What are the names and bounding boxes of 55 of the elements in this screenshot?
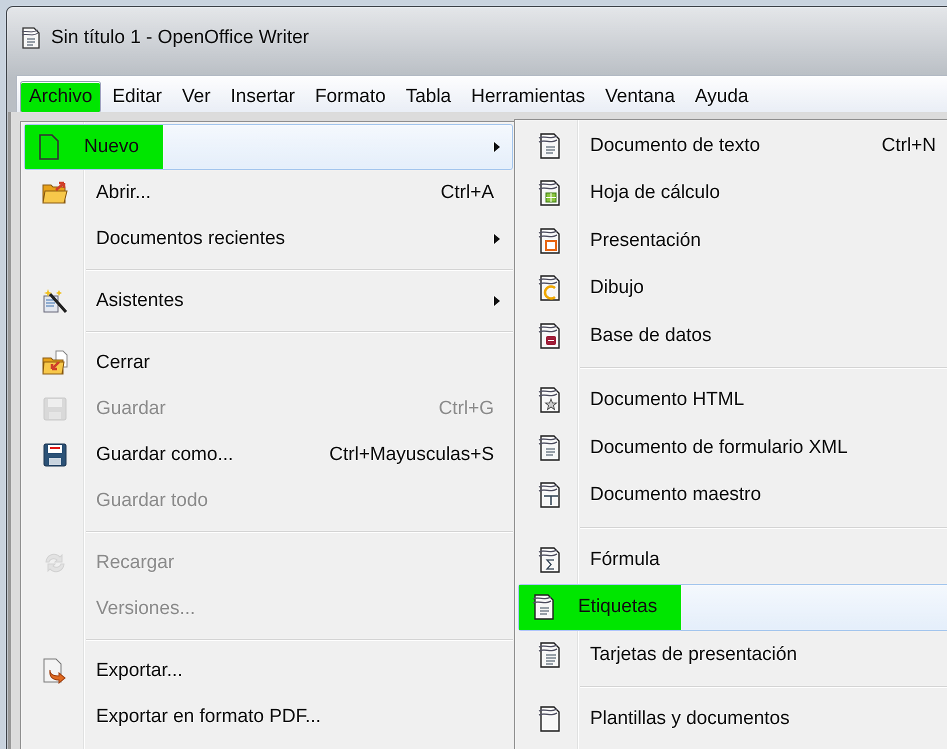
shortcut-text: Ctrl+N bbox=[880, 134, 937, 157]
document-icon bbox=[530, 593, 554, 622]
menu-item[interactable]: Documento de formulario XML bbox=[518, 424, 947, 472]
menu-item[interactable]: Hoja de cálculo bbox=[518, 170, 947, 217]
document-icon bbox=[536, 640, 560, 669]
menu-item[interactable]: Presentación bbox=[518, 217, 947, 264]
menu-item[interactable]: Documento HTML bbox=[518, 376, 947, 424]
menu-bar-item[interactable]: Herramientas bbox=[462, 81, 594, 113]
document-icon bbox=[536, 546, 560, 574]
export-document-icon bbox=[42, 658, 68, 684]
folder-icon bbox=[42, 181, 68, 205]
blank-page-icon bbox=[38, 134, 60, 160]
menu-item[interactable]: Cerrar bbox=[24, 340, 513, 386]
document-icon bbox=[536, 434, 560, 462]
shortcut-text: Ctrl+G bbox=[438, 398, 495, 420]
menu-bar-item[interactable]: Ventana bbox=[596, 81, 684, 113]
submenu-arrow-icon bbox=[494, 296, 500, 306]
menu-item[interactable]: Documentos recientes bbox=[24, 216, 513, 262]
menu-bar-item[interactable]: Archivo bbox=[20, 81, 102, 113]
document-icon bbox=[536, 274, 560, 302]
menu-item[interactable]: Fórmula bbox=[518, 536, 947, 584]
menu-item[interactable]: Documento de texto Ctrl+N bbox=[518, 122, 947, 170]
folder-document-icon bbox=[42, 350, 68, 376]
menu-bar-item[interactable]: Ver bbox=[173, 81, 220, 113]
submenu-arrow-icon bbox=[494, 234, 500, 244]
shortcut-text: Ctrl+A bbox=[440, 182, 495, 204]
submenu-arrow-icon bbox=[494, 142, 500, 152]
document-icon bbox=[536, 481, 560, 510]
menu-item[interactable]: Base de datos bbox=[518, 312, 947, 360]
menu-item[interactable]: Plantillas y documentos bbox=[518, 696, 947, 743]
menu-item[interactable]: Exportar en formato PDF... bbox=[24, 694, 513, 740]
shortcut-text: Ctrl+Mayusculas+S bbox=[328, 444, 495, 466]
document-icon bbox=[536, 226, 560, 255]
menu-item[interactable]: Abrir... Ctrl+A bbox=[24, 170, 513, 216]
menu-bar-item[interactable]: Formato bbox=[306, 81, 395, 113]
menu-item[interactable]: Dibujo bbox=[518, 264, 947, 312]
menu-item[interactable]: Etiquetas bbox=[518, 584, 947, 631]
menu-item[interactable]: Asistentes bbox=[24, 278, 513, 324]
menu-item[interactable]: Exportar... bbox=[24, 648, 513, 694]
window-title: Sin título 1 - OpenOffice Writer bbox=[51, 27, 310, 49]
menu-item[interactable]: Guardar como... Ctrl+Mayusculas+S bbox=[24, 432, 513, 478]
writer-document-icon bbox=[21, 26, 41, 50]
menu-item[interactable]: Nuevo bbox=[24, 124, 513, 170]
menu-bar-item[interactable]: Tabla bbox=[396, 81, 460, 113]
document-icon bbox=[536, 386, 560, 414]
document-icon bbox=[536, 132, 560, 160]
menu-item[interactable]: Documento maestro bbox=[518, 472, 947, 519]
menu-bar-item[interactable]: Editar bbox=[103, 81, 171, 113]
menu-item[interactable]: Tarjetas de presentación bbox=[518, 631, 947, 678]
document-icon bbox=[536, 322, 560, 350]
menu-bar-item[interactable]: Insertar bbox=[222, 81, 304, 113]
document-icon bbox=[536, 179, 560, 208]
menu-bar-item[interactable]: Ayuda bbox=[686, 81, 758, 113]
wizard-wand-icon bbox=[42, 288, 68, 314]
document-icon bbox=[536, 705, 560, 734]
